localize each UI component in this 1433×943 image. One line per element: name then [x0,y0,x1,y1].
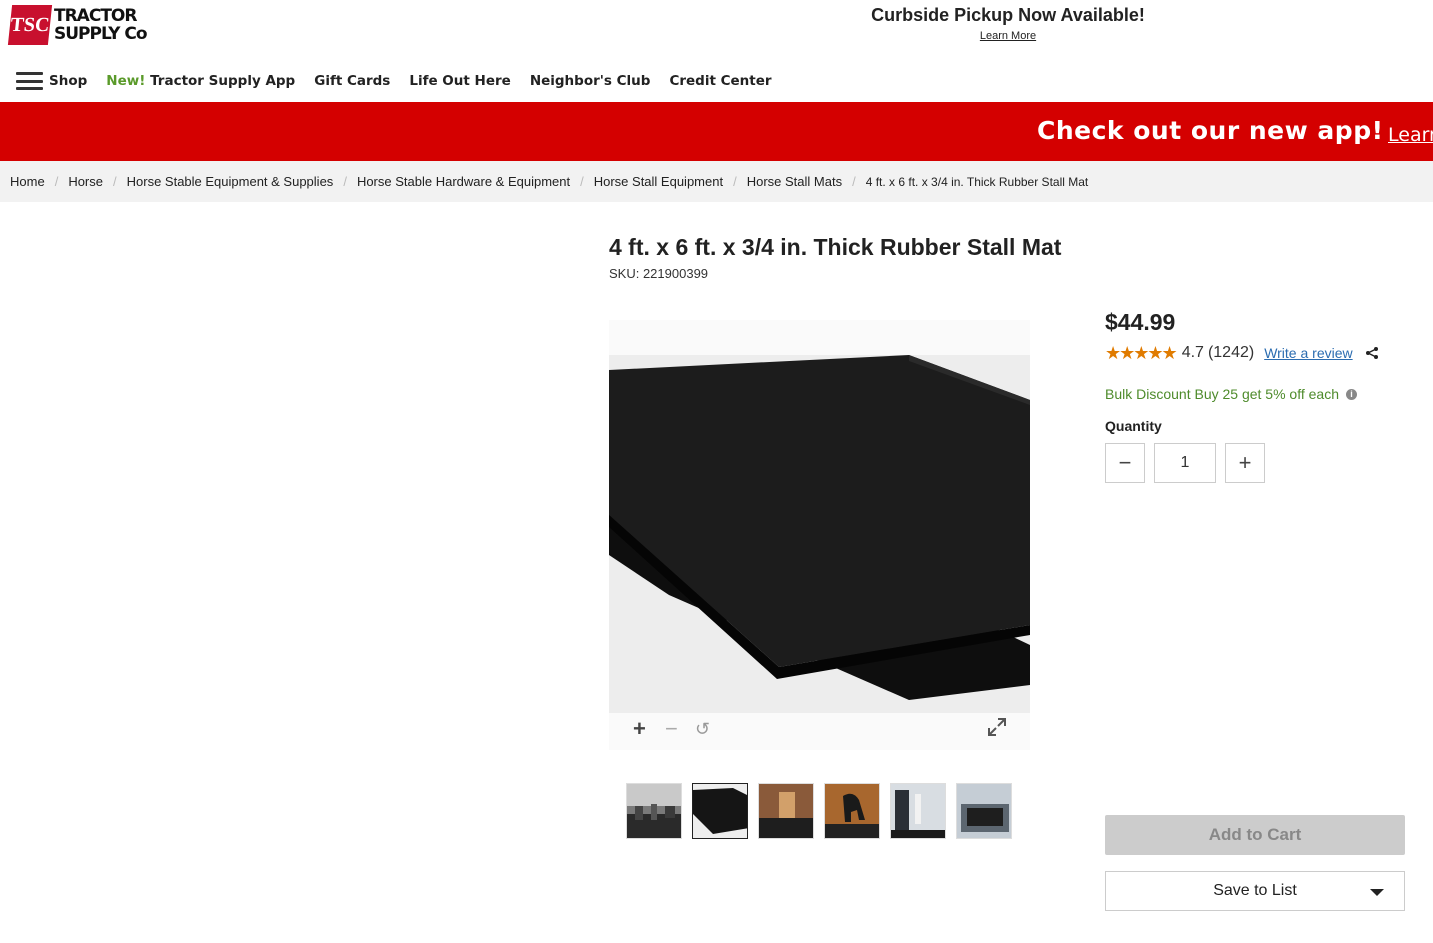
thumbnail-horse[interactable] [824,783,880,839]
main-product-image[interactable] [609,355,1030,713]
breadcrumb-separator: / [852,174,856,189]
breadcrumb-stall-mats[interactable]: Horse Stall Mats [747,174,842,189]
quantity-label: Quantity [1105,418,1162,434]
review-count[interactable]: (1242) [1208,344,1254,362]
logo-line-1: TRACTOR [54,6,137,26]
rubber-mat-image [609,355,1030,713]
save-to-list-label: Save to List [1213,882,1297,899]
image-viewer: + − ↺ [609,320,1030,750]
caret-down-icon[interactable] [1370,889,1384,896]
expand-icon[interactable] [987,717,1007,742]
app-banner-learn-link[interactable]: Learn [1388,124,1433,146]
thumbnail-strip [626,783,1022,839]
nav-neighbors-club[interactable]: Neighbor's Club [530,73,651,89]
breadcrumb-stable-hardware[interactable]: Horse Stable Hardware & Equipment [357,174,570,189]
plus-icon: + [1238,450,1252,475]
write-review-link[interactable]: Write a review [1264,345,1352,361]
minus-icon[interactable]: − [665,717,678,741]
bulk-discount: Bulk Discount Buy 25 get 5% off each i [1105,386,1357,402]
quantity-increase-button[interactable]: + [1225,443,1265,483]
app-promo-banner[interactable]: Check out our new app! Learn [0,102,1433,161]
promo-learn-more-link[interactable]: Learn More [808,30,1208,42]
tsc-logo[interactable]: TSC TRACTOR SUPPLY Co [7,4,160,46]
rating-row: ★★★★★ 4.7 (1242) Write a review [1105,343,1379,363]
curbside-promo: Curbside Pickup Now Available! Learn Mor… [808,5,1208,42]
breadcrumb-separator: / [580,174,584,189]
breadcrumb-home[interactable]: Home [10,174,45,189]
nav-life-out-here[interactable]: Life Out Here [409,73,510,89]
thumbnail-trailer[interactable] [890,783,946,839]
hamburger-icon[interactable] [16,72,43,90]
share-icon[interactable] [1365,346,1379,360]
app-banner-text: Check out our new app! [1037,116,1384,145]
promo-title: Curbside Pickup Now Available! [871,5,1145,25]
product-title: 4 ft. x 6 ft. x 3/4 in. Thick Rubber Sta… [609,234,1062,260]
logo-badge: TSC [7,5,53,45]
nav-app-label: Tractor Supply App [150,73,296,89]
logo-wordmark: TRACTOR SUPPLY Co [54,6,148,44]
breadcrumb-stall-equipment[interactable]: Horse Stall Equipment [594,174,723,189]
nav-tractor-supply-app[interactable]: New! Tractor Supply App [106,73,295,89]
thumbnail-truck-bed[interactable] [956,783,1012,839]
add-to-cart-button[interactable]: Add to Cart [1105,815,1405,855]
main-nav: Shop New! Tractor Supply App Gift Cards … [16,70,791,92]
breadcrumb-separator: / [113,174,117,189]
viewer-controls: + − ↺ [609,715,1030,745]
quantity-decrease-button[interactable]: − [1105,443,1145,483]
breadcrumb: Home / Horse / Horse Stable Equipment & … [0,161,1433,202]
product-sku: SKU: 221900399 [609,266,709,281]
breadcrumb-current: 4 ft. x 6 ft. x 3/4 in. Thick Rubber Sta… [865,174,1089,189]
nav-credit-center[interactable]: Credit Center [669,73,771,89]
minus-icon: − [1118,450,1132,475]
rating-value: 4.7 [1181,344,1204,361]
breadcrumb-separator: / [343,174,347,189]
breadcrumb-horse[interactable]: Horse [68,174,103,189]
plus-icon[interactable]: + [633,717,646,741]
thumbnail-stall[interactable] [758,783,814,839]
breadcrumb-separator: / [733,174,737,189]
thumbnail-mat[interactable] [692,783,748,839]
quantity-input[interactable] [1154,443,1216,483]
logo-line-2: SUPPLY Co [54,24,148,44]
nav-new-badge: New! [106,73,146,89]
star-rating-icon[interactable]: ★★★★★ [1105,343,1178,364]
save-to-list-button[interactable]: Save to List [1105,871,1405,911]
nav-gift-cards[interactable]: Gift Cards [314,73,390,89]
bulk-discount-text: Bulk Discount Buy 25 get 5% off each [1105,386,1339,402]
info-icon[interactable]: i [1346,388,1357,400]
product-price: $44.99 [1105,309,1176,335]
breadcrumb-separator: / [54,174,59,189]
nav-shop[interactable]: Shop [49,73,87,89]
thumbnail-gym[interactable] [626,783,682,839]
rotate-icon[interactable]: ↺ [695,717,710,741]
breadcrumb-stable-equipment[interactable]: Horse Stable Equipment & Supplies [127,174,334,189]
